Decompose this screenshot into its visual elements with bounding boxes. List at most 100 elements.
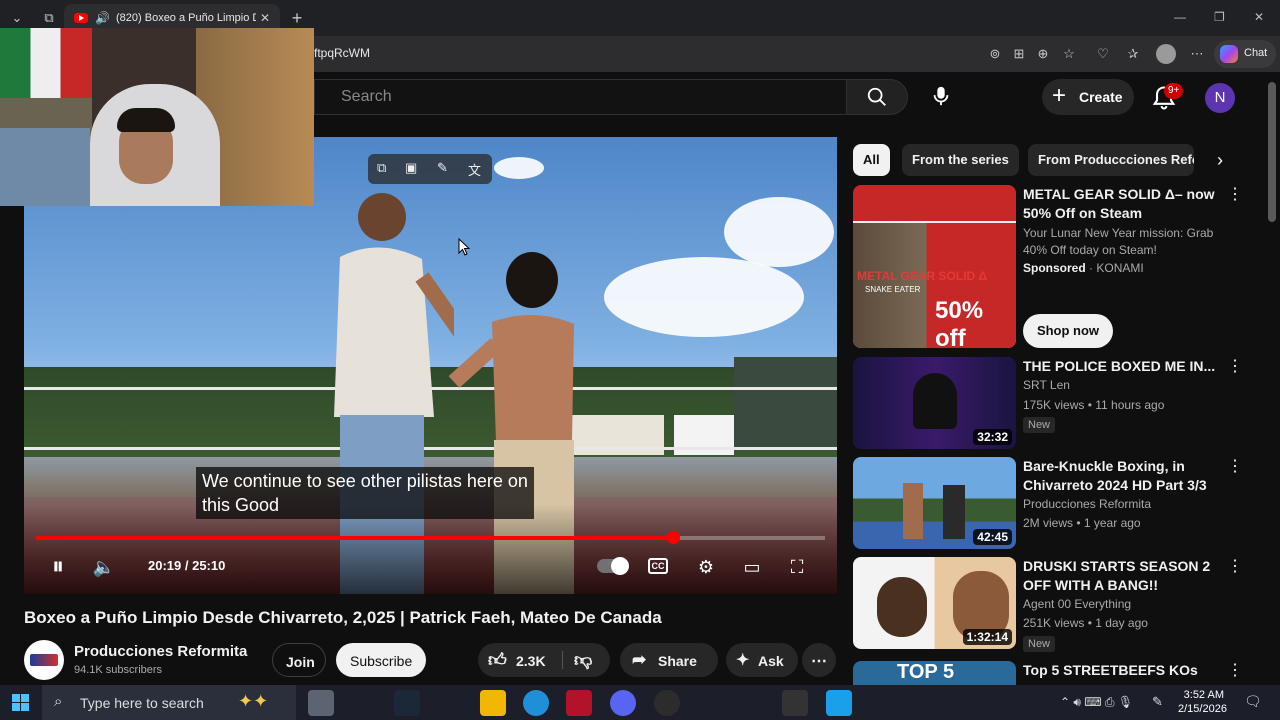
chip-from-series[interactable]: From the series [902, 144, 1019, 176]
speaker-icon[interactable]: 🔊 [95, 11, 110, 25]
taskbar-search[interactable]: ⌕ Type here to search ✦✦ [42, 685, 296, 720]
minimize-icon[interactable]: — [1174, 10, 1186, 24]
account-avatar[interactable]: N [1205, 83, 1235, 113]
video-thumbnail[interactable]: TOP 5 [853, 661, 1016, 685]
more-vertical-icon[interactable]: ⋮ [1227, 187, 1243, 203]
video-title-link[interactable]: Bare-Knuckle Boxing, in Chivarreto 2024 … [1023, 457, 1223, 495]
create-button[interactable]: + Create [1042, 79, 1134, 115]
autoplay-toggle[interactable] [597, 557, 629, 575]
recommendation-item[interactable]: 32:32 THE POLICE BOXED ME IN... SRT Len … [853, 357, 1273, 449]
system-tray-icons[interactable]: ⌃ 🔊︎ ⌨ ⎙ 🎙︎ [1060, 695, 1133, 710]
video-thumbnail[interactable]: 32:32 [853, 357, 1016, 449]
clock-date: 2/15/2026 [1178, 703, 1227, 715]
notification-center-icon[interactable]: 🗨︎ [1244, 693, 1262, 710]
close-window-icon[interactable]: ✕ [1254, 10, 1264, 24]
ad-thumb-subtitle: SNAKE EATER [865, 285, 921, 294]
video-thumbnail[interactable]: 1:32:14 [853, 557, 1016, 649]
adobe-app-icon[interactable] [566, 690, 592, 716]
search-button[interactable] [846, 79, 908, 115]
pause-icon[interactable]: ⏸ [44, 553, 72, 581]
volume-icon[interactable]: 🔈 [90, 553, 118, 581]
chevron-right-icon[interactable]: › [1206, 146, 1234, 174]
subtitles-button[interactable]: CC [648, 558, 668, 574]
search-icon [867, 87, 886, 106]
file-explorer-icon[interactable] [480, 690, 506, 716]
copilot-chat-button[interactable]: Chat [1214, 40, 1276, 68]
channel-avatar[interactable] [24, 640, 64, 680]
video-floating-toolbar: ⧉ ▣ ✎ 文 [368, 154, 492, 184]
recommendation-item[interactable]: 42:45 Bare-Knuckle Boxing, in Chivarreto… [853, 457, 1273, 549]
browser-essentials-icon[interactable]: ♡ [1094, 45, 1112, 63]
more-vertical-icon[interactable]: ⋮ [1227, 459, 1243, 475]
video-title-link[interactable]: DRUSKI STARTS SEASON 2 OFF WITH A BANG!! [1023, 557, 1223, 595]
like-count[interactable]: 2.3K [516, 653, 546, 669]
sponsored-label: Sponsored [1023, 261, 1086, 275]
favorites-icon[interactable]: ✰ [1124, 45, 1142, 63]
zoom-icon[interactable]: ⊕ [1034, 45, 1052, 63]
fullscreen-icon[interactable]: ⛶ [783, 553, 811, 581]
more-vertical-icon[interactable]: ⋮ [1227, 663, 1243, 679]
favorite-star-icon[interactable]: ☆ [1060, 45, 1078, 63]
ad-title[interactable]: METAL GEAR SOLID Δ– now 50% Off on Steam [1023, 185, 1223, 223]
taskbar-search-label: Type here to search [80, 695, 204, 711]
sidebar-scrollbar[interactable] [1268, 82, 1276, 222]
translate-icon[interactable]: 文 [468, 160, 481, 179]
chat-label: Chat [1244, 47, 1268, 59]
video-meta: 175K views • 11 hours ago [1023, 398, 1165, 412]
task-view-app-icon[interactable] [308, 690, 334, 716]
thumbs-up-icon[interactable]: 👍︎ [488, 649, 507, 671]
shop-now-button[interactable]: Shop now [1023, 314, 1113, 348]
theater-mode-icon[interactable]: ▭ [738, 553, 766, 581]
chip-from-channel[interactable]: From Produccciones Refor [1028, 144, 1194, 176]
taskbar-clock[interactable]: 3:52 AM 2/15/2026 [1178, 688, 1227, 716]
video-title-link[interactable]: Top 5 STREETBEEFS KOs [1023, 661, 1223, 680]
more-vertical-icon[interactable]: ⋮ [1227, 359, 1243, 375]
join-button[interactable]: Join [272, 643, 326, 677]
share-button[interactable]: ➦ Share [620, 643, 718, 677]
url-text[interactable]: ftpqRcWM [314, 46, 370, 60]
channel-name[interactable]: Producciones Reformita [74, 643, 247, 660]
steam-app-icon[interactable] [394, 690, 420, 716]
edge-browser-icon[interactable] [523, 690, 549, 716]
profile-avatar[interactable] [1156, 44, 1176, 64]
video-thumbnail[interactable]: 42:45 [853, 457, 1016, 549]
discord-app-icon[interactable] [610, 690, 636, 716]
recommendation-item[interactable]: 1:32:14 DRUSKI STARTS SEASON 2 OFF WITH … [853, 557, 1273, 652]
new-tab-plus-icon[interactable]: + [288, 9, 306, 27]
epic-games-icon[interactable] [782, 690, 808, 716]
video-title-link[interactable]: THE POLICE BOXED ME IN... [1023, 357, 1223, 376]
more-vertical-icon[interactable]: ⋮ [1227, 559, 1243, 575]
ad-thumb-title: METAL GEAR SOLID Δ [857, 269, 988, 283]
subscribe-button[interactable]: Subscribe [336, 643, 426, 677]
app-available-icon[interactable]: ⊚ [986, 45, 1004, 63]
channel-name[interactable]: SRT Len [1023, 378, 1070, 392]
recommendation-item[interactable]: TOP 5 Top 5 STREETBEEFS KOs ⋮ [853, 661, 1273, 685]
capture-icon[interactable]: ▣ [405, 160, 417, 176]
workspaces-icon[interactable]: ⧉ [40, 9, 58, 27]
search-input[interactable] [341, 80, 821, 114]
notes-icon[interactable]: ✎ [437, 160, 448, 176]
channel-name[interactable]: Producciones Reformita [1023, 497, 1151, 511]
progress-bar[interactable] [36, 531, 825, 544]
apps-icon[interactable]: ⊞ [1010, 45, 1028, 63]
ad-thumbnail[interactable]: METAL GEAR SOLID Δ SNAKE EATER 50% off [853, 185, 1016, 348]
popout-icon[interactable]: ⧉ [377, 160, 386, 176]
fortnite-app-icon[interactable] [826, 690, 852, 716]
channel-name[interactable]: Agent 00 Everything [1023, 597, 1131, 611]
more-menu-icon[interactable]: ⋯ [1188, 45, 1206, 63]
plus-icon: + [1052, 82, 1067, 109]
obs-app-icon[interactable] [654, 690, 680, 716]
settings-gear-icon[interactable]: ⚙ [692, 553, 720, 581]
more-actions-button[interactable]: ⋯ [802, 643, 836, 677]
progress-scrubber[interactable] [666, 531, 680, 544]
ask-button[interactable]: ✦ Ask [726, 643, 798, 677]
pen-icon[interactable]: ✎ [1152, 694, 1163, 710]
thumbs-down-icon[interactable]: 👎︎ [574, 649, 592, 671]
voice-search-button[interactable] [922, 79, 960, 115]
chip-all[interactable]: All [853, 144, 890, 176]
tab-actions-chevron-icon[interactable]: ⌄ [8, 9, 26, 27]
close-tab-icon[interactable]: ✕ [260, 11, 270, 25]
windows-start-icon[interactable] [12, 694, 29, 711]
restore-icon[interactable]: ❐ [1214, 10, 1225, 24]
mouse-cursor-icon [458, 238, 470, 256]
